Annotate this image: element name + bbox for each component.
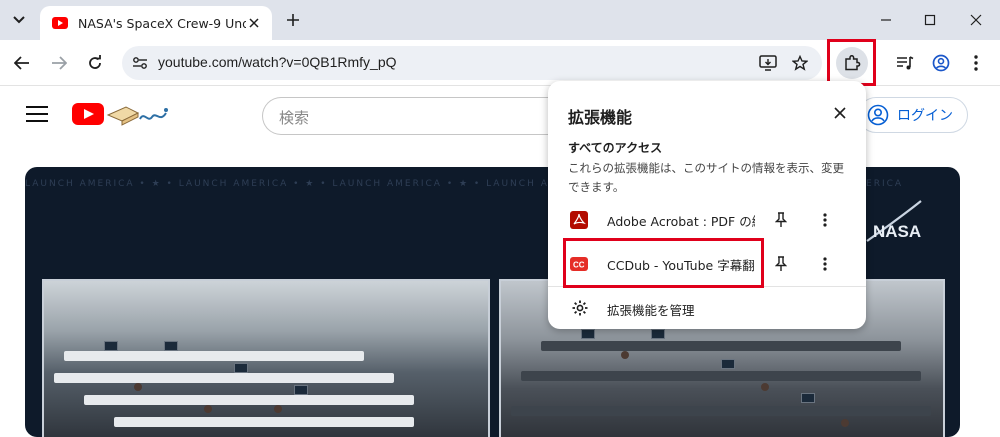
adobe-acrobat-icon: [570, 211, 588, 229]
extension-more-button[interactable]: [815, 254, 835, 274]
bookmark-star-button[interactable]: [790, 53, 810, 73]
section-title: すべてのアクセス: [568, 141, 663, 155]
tune-icon: [133, 57, 147, 69]
search-input[interactable]: 検索: [262, 97, 562, 135]
highlight-extensions-button: [827, 39, 876, 86]
more-vertical-icon: [823, 257, 827, 271]
tab-strip: NASA's SpaceX Crew-9 Undock: [0, 0, 1000, 40]
svg-text:NASA: NASA: [873, 222, 921, 241]
extension-item-adobe-acrobat[interactable]: Adobe Acrobat : PDF の編...: [548, 199, 866, 239]
tab-title: NASA's SpaceX Crew-9 Undock: [78, 15, 246, 31]
media-controls-button[interactable]: [893, 51, 917, 75]
close-icon: [970, 14, 982, 26]
section-description: これらの拡張機能は、このサイトの情報を表示、変更できます。: [568, 161, 844, 194]
close-icon: [834, 107, 846, 119]
site-info-button[interactable]: [130, 53, 150, 73]
arrow-left-icon: [14, 56, 29, 70]
extensions-popup: 拡張機能 すべてのアクセス これらの拡張機能は、このサイトの情報を表示、変更でき…: [548, 81, 866, 329]
arrow-right-icon: [52, 56, 67, 70]
extension-name: Adobe Acrobat : PDF の編...: [607, 214, 755, 229]
youtube-favicon-icon: [52, 17, 68, 29]
login-label: ログイン: [897, 108, 953, 124]
manage-extensions-item[interactable]: 拡張機能を管理: [548, 291, 866, 325]
account-icon: [867, 104, 889, 126]
search-placeholder: 検索: [279, 109, 310, 127]
manage-extensions-label: 拡張機能を管理: [607, 303, 695, 318]
popup-close-button[interactable]: [830, 103, 850, 123]
profile-icon: [932, 54, 950, 72]
reload-icon: [89, 55, 101, 69]
install-icon: [759, 55, 777, 71]
pin-icon: [775, 256, 787, 271]
youtube-logo-icon[interactable]: [72, 103, 104, 125]
window-close-button[interactable]: [964, 8, 988, 32]
gear-icon: [570, 298, 590, 318]
forward-button[interactable]: [47, 51, 71, 75]
plus-icon: [287, 14, 299, 26]
profile-button[interactable]: [929, 51, 953, 75]
nasa-logo-icon: NASA: [866, 200, 922, 242]
reload-button[interactable]: [83, 51, 107, 75]
tab-active[interactable]: NASA's SpaceX Crew-9 Undock: [40, 6, 272, 40]
video-feed-left: [42, 279, 490, 437]
install-app-button[interactable]: [758, 53, 778, 73]
maximize-icon: [924, 14, 936, 26]
highlight-ccdub-item: [563, 238, 764, 288]
doodle-logo-icon[interactable]: [104, 101, 172, 127]
back-button[interactable]: [10, 51, 34, 75]
more-vertical-icon: [823, 213, 827, 227]
pin-extension-button[interactable]: [771, 210, 791, 230]
star-icon: [792, 55, 808, 71]
browser-menu-button[interactable]: [964, 51, 988, 75]
maximize-button[interactable]: [918, 8, 942, 32]
minimize-button[interactable]: [874, 8, 898, 32]
tab-close-icon[interactable]: [246, 15, 262, 31]
menu-icon[interactable]: [26, 106, 48, 124]
pin-extension-button[interactable]: [771, 254, 791, 274]
playlist-music-icon: [897, 56, 914, 70]
chevron-down-icon: [13, 16, 25, 24]
tab-search-button[interactable]: [6, 8, 32, 32]
url-text: youtube.com/watch?v=0QB1Rmfy_pQ: [158, 54, 397, 70]
extension-more-button[interactable]: [815, 210, 835, 230]
address-bar[interactable]: youtube.com/watch?v=0QB1Rmfy_pQ: [122, 46, 822, 80]
popup-title: 拡張機能: [568, 108, 633, 127]
new-tab-button[interactable]: [282, 9, 304, 31]
more-vertical-icon: [974, 55, 978, 71]
login-button[interactable]: ログイン: [858, 97, 968, 133]
pin-icon: [775, 212, 787, 227]
minimize-icon: [881, 19, 891, 21]
